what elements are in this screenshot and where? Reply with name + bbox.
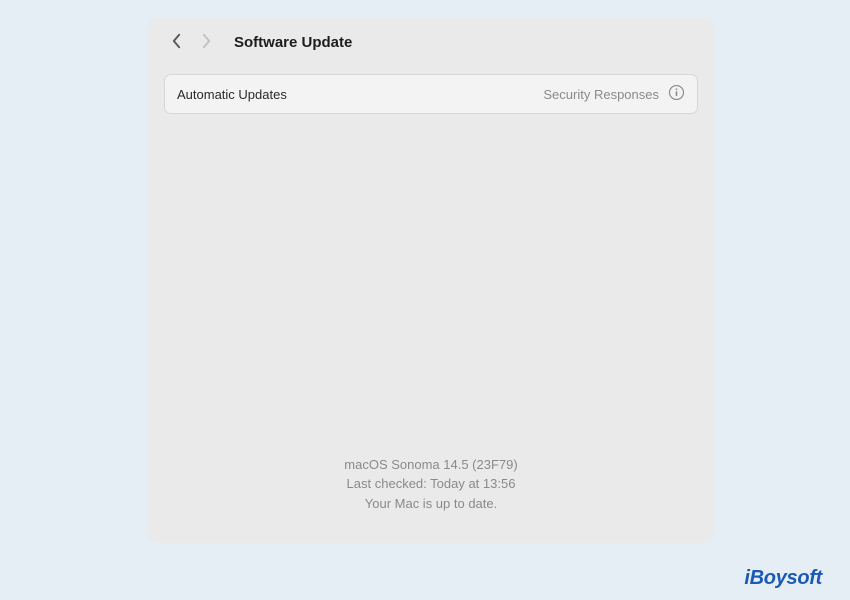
row-right-group: Security Responses <box>543 85 685 103</box>
software-update-window: Software Update Automatic Updates Securi… <box>148 18 714 543</box>
chevron-right-icon <box>200 33 213 52</box>
info-button[interactable] <box>667 85 685 103</box>
automatic-updates-label: Automatic Updates <box>177 87 287 102</box>
info-icon <box>668 84 685 104</box>
last-checked-text: Last checked: Today at 13:56 <box>148 474 714 494</box>
chevron-left-icon <box>170 33 183 52</box>
window-header: Software Update <box>148 18 714 64</box>
os-version-text: macOS Sonoma 14.5 (23F79) <box>148 455 714 475</box>
automatic-updates-row[interactable]: Automatic Updates Security Responses <box>164 74 698 114</box>
status-block: macOS Sonoma 14.5 (23F79) Last checked: … <box>148 455 714 514</box>
watermark-logo: iBoysoft <box>744 567 822 590</box>
page-title: Software Update <box>234 34 352 51</box>
automatic-updates-value: Security Responses <box>543 87 659 102</box>
up-to-date-text: Your Mac is up to date. <box>148 494 714 514</box>
forward-button[interactable] <box>194 30 218 54</box>
back-button[interactable] <box>164 30 188 54</box>
